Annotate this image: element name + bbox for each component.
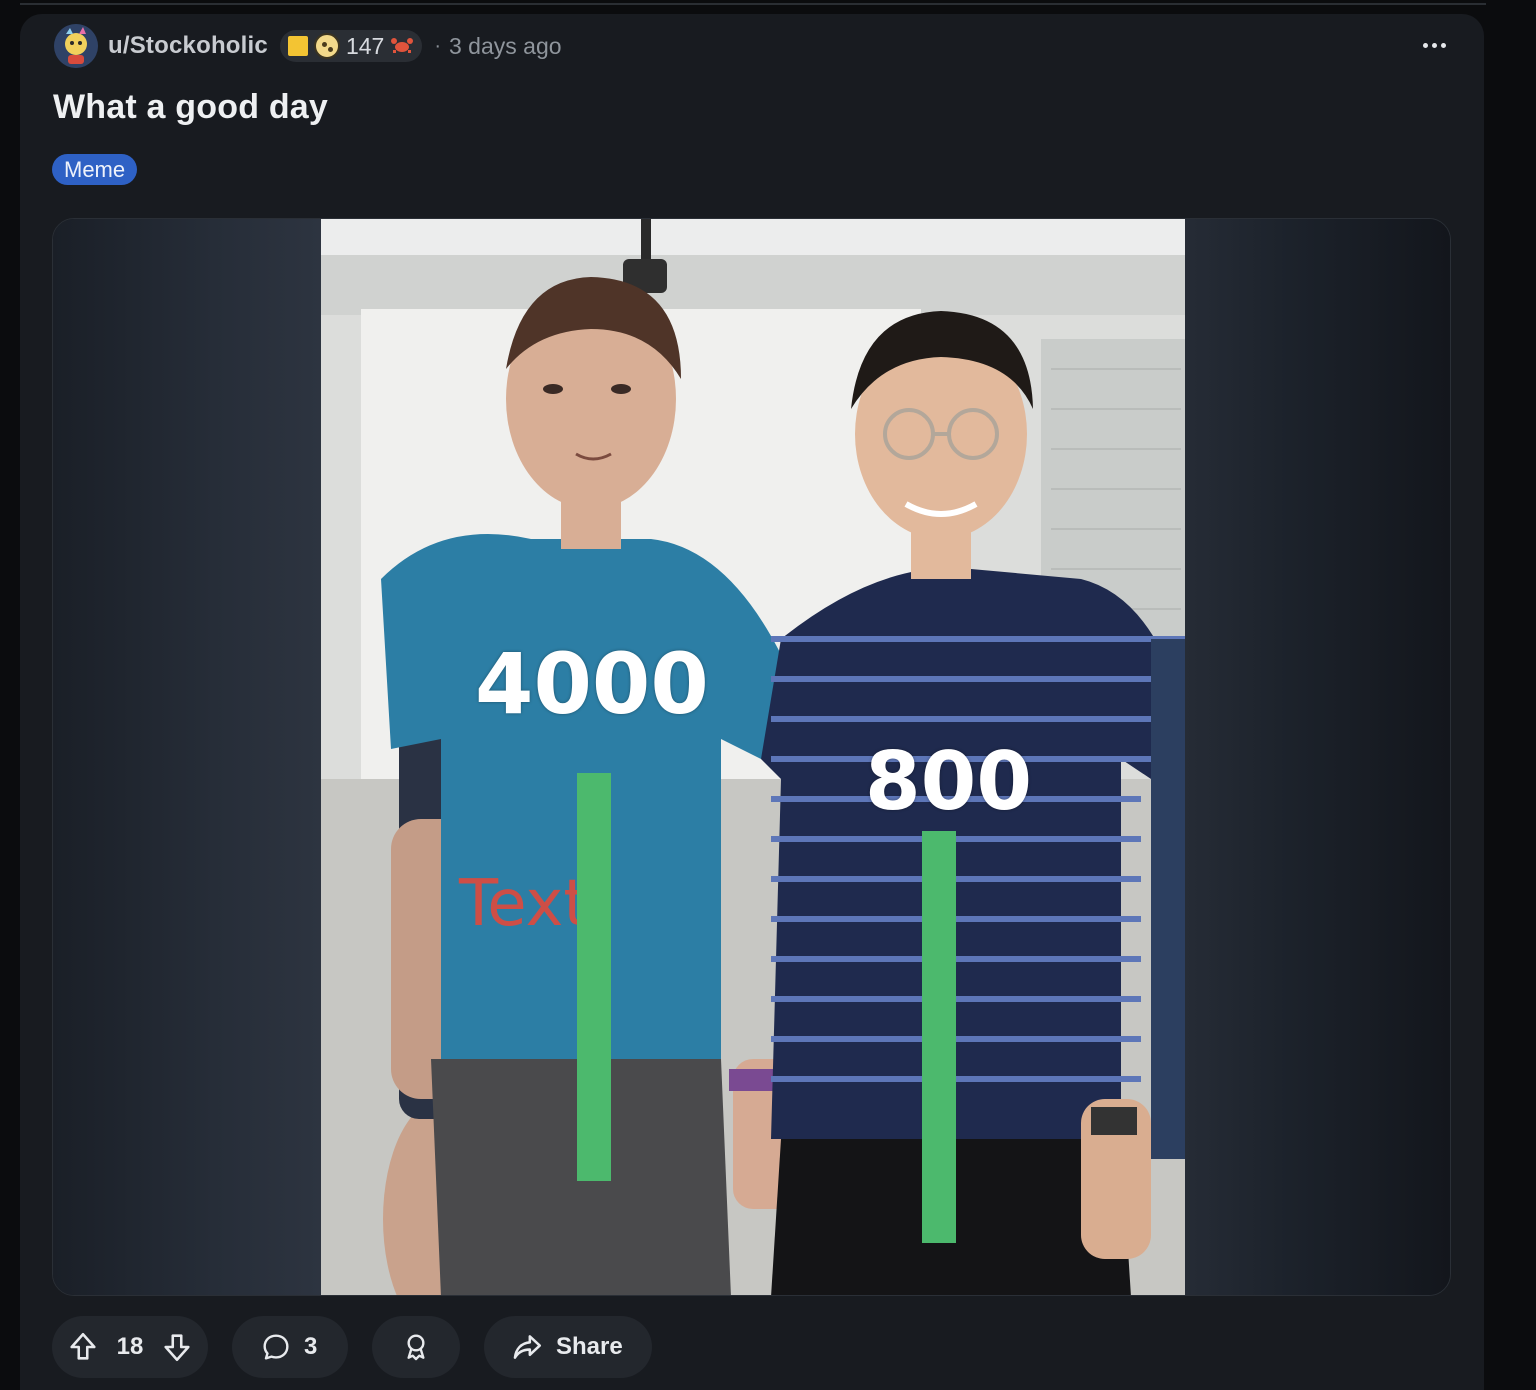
avatar[interactable] <box>54 24 98 68</box>
more-options-button[interactable] <box>1414 30 1454 60</box>
meme-label-left: 4000 <box>475 635 709 733</box>
post-header: u/Stockoholic 147 · 3 days ago <box>54 24 562 68</box>
flair-count: 147 <box>345 32 385 59</box>
media-blur-left <box>53 219 321 1295</box>
vote-score: 18 <box>116 1333 144 1360</box>
comment-count: 3 <box>304 1333 318 1360</box>
comment-icon <box>260 1331 292 1363</box>
meme-photo <box>321 219 1185 1295</box>
crab-icon <box>390 36 414 57</box>
author-username[interactable]: u/Stockoholic <box>108 32 268 60</box>
vote-group: 18 <box>52 1316 208 1378</box>
upvote-icon[interactable] <box>66 1330 100 1364</box>
more-dot-icon <box>1431 42 1437 48</box>
media-blur-right <box>1182 219 1450 1295</box>
downvote-icon[interactable] <box>160 1330 194 1364</box>
share-icon <box>510 1330 544 1364</box>
green-bar-left <box>577 773 611 1181</box>
meme-image: 4000 800 Text <box>321 219 1185 1295</box>
post-title[interactable]: What a good day <box>53 88 328 127</box>
share-label: Share <box>556 1333 623 1360</box>
award-button[interactable] <box>372 1316 460 1378</box>
award-icon <box>400 1331 432 1363</box>
post-flair-tag[interactable]: Meme <box>52 154 138 185</box>
meme-label-right: 800 <box>865 735 1032 828</box>
post-timestamp: 3 days ago <box>449 32 562 59</box>
more-dot-icon <box>1440 42 1446 48</box>
user-flair: 147 <box>279 30 423 62</box>
meta-separator: · <box>434 34 441 57</box>
green-bar-right <box>922 831 956 1243</box>
gold-square-icon <box>287 36 308 56</box>
post-media[interactable]: 4000 800 Text <box>52 218 1451 1296</box>
action-bar: 18 3 Share <box>52 1316 652 1378</box>
avatar-image <box>54 24 98 68</box>
more-dot-icon <box>1422 42 1428 48</box>
comments-button[interactable]: 3 <box>232 1316 348 1378</box>
share-button[interactable]: Share <box>484 1316 652 1378</box>
top-divider <box>20 3 1486 5</box>
meme-shirt-text: Text <box>459 867 589 941</box>
coin-icon <box>313 33 340 59</box>
